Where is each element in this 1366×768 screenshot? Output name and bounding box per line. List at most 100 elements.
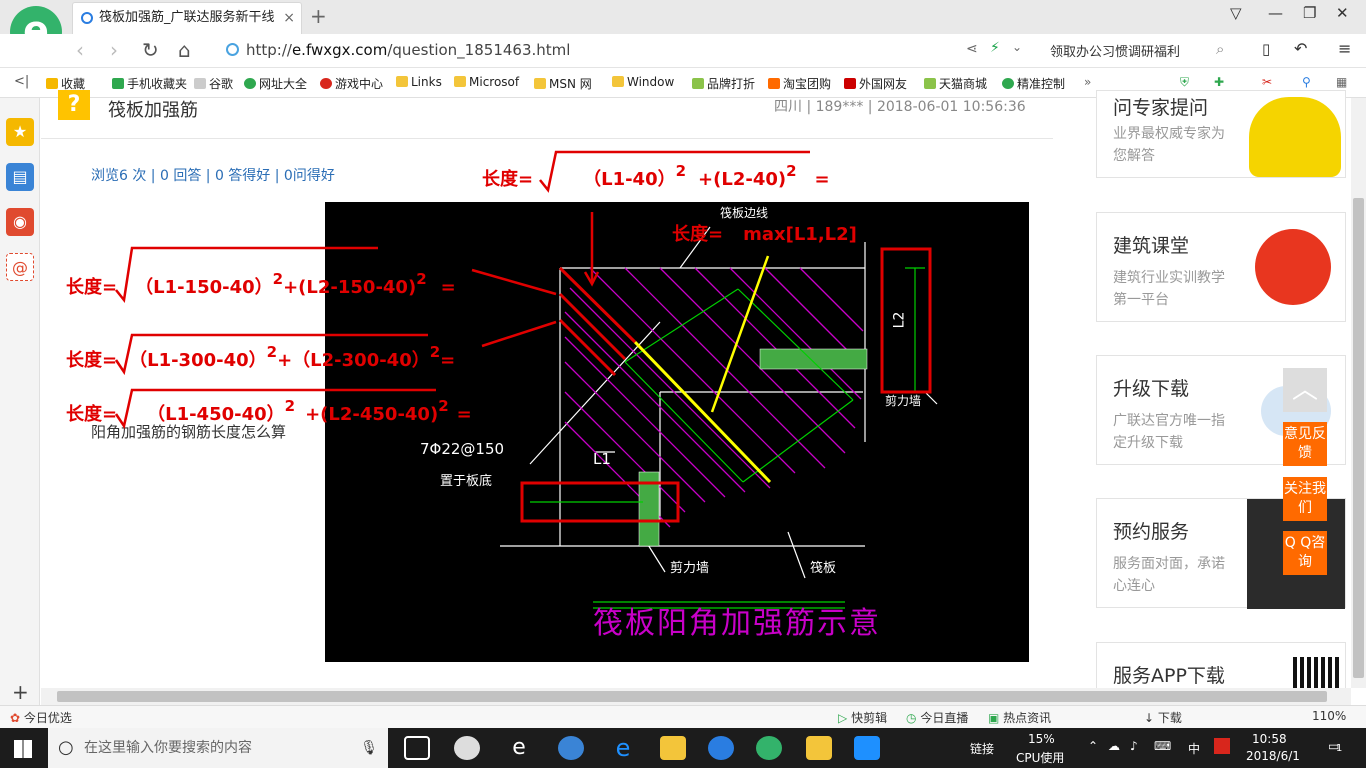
glodon-app-icon[interactable]	[708, 736, 734, 760]
question-stats[interactable]: 浏览6 次 | 0 回答 | 0 答得好 | 0问得好	[91, 165, 335, 185]
status-item[interactable]: ↓ 下载	[1144, 709, 1182, 726]
mail-icon[interactable]: @	[6, 253, 34, 281]
cpu-percent: 15%	[1028, 732, 1055, 746]
sidebar-card[interactable]: 建筑课堂 建筑行业实训教学第一平台	[1096, 212, 1346, 322]
horizontal-scroll-thumb[interactable]	[57, 691, 1327, 702]
windows-start-icon[interactable]	[14, 740, 32, 758]
shield-icon[interactable]: ⛨	[1180, 75, 1189, 90]
collapse-icon[interactable]: <|	[14, 74, 29, 89]
bookmark-item[interactable]: 游戏中心	[320, 75, 383, 92]
back-to-top-icon[interactable]: ︿	[1283, 368, 1327, 412]
bookmark-item[interactable]: Microsof	[454, 75, 519, 89]
search-icon[interactable]: ⌕	[1216, 40, 1224, 58]
undo-icon[interactable]: ↶	[1294, 39, 1307, 58]
taskbar-search[interactable]: ○ 在这里输入你要搜索的内容 🎙	[48, 728, 388, 768]
bookmark-item[interactable]: Window	[612, 75, 674, 89]
clock-date[interactable]: 2018/6/1	[1246, 749, 1300, 763]
close-window-icon[interactable]: ✕	[1336, 4, 1349, 22]
weibo-icon[interactable]: ◉	[6, 208, 34, 236]
reader-icon[interactable]: ▤	[6, 163, 34, 191]
url-scheme: http://	[246, 41, 292, 59]
speed-icon[interactable]: ⚡	[990, 40, 1000, 56]
classroom-logo-icon	[1255, 229, 1331, 305]
clock-time[interactable]: 10:58	[1252, 732, 1287, 746]
sogou-ime-icon[interactable]	[1214, 738, 1230, 754]
tray-keyboard-icon[interactable]: ⌨	[1154, 739, 1171, 753]
tray-volume-icon[interactable]: ♪	[1130, 739, 1138, 753]
bookmark-item[interactable]: 天猫商城	[924, 75, 987, 92]
apps-grid-icon[interactable]: ▦	[1336, 75, 1347, 89]
address-bar[interactable]: http://e.fwxgx.com/question_1851463.html	[222, 38, 1042, 62]
tray-link-label[interactable]: 链接	[970, 740, 994, 757]
task-view-icon[interactable]	[404, 736, 430, 760]
formula-max: 长度= max[L1,L2]	[672, 224, 857, 245]
scissors-icon[interactable]: ✂	[1262, 75, 1272, 89]
card-title: 问专家提问	[1113, 97, 1209, 119]
tray-network-icon[interactable]: ☁	[1108, 739, 1120, 753]
favorites-icon[interactable]: ★	[6, 118, 34, 146]
menu-icon[interactable]: ≡	[1338, 39, 1351, 58]
forward-icon[interactable]: ›	[110, 38, 118, 62]
card-title: 服务APP下载	[1113, 665, 1225, 687]
l2-label: L2	[891, 311, 908, 329]
status-item[interactable]: ◷ 今日直播	[906, 709, 968, 726]
daily-picks-link[interactable]: ✿ 今日优选	[10, 709, 72, 726]
network-app-icon[interactable]	[558, 736, 584, 760]
follow-button[interactable]: 关注我们	[1283, 477, 1327, 521]
ime-indicator[interactable]: 中	[1188, 740, 1200, 757]
magnifier-icon[interactable]: ⚲	[1302, 75, 1311, 89]
zoom-level[interactable]: 110%	[1312, 709, 1346, 723]
refresh-icon[interactable]: ↻	[142, 38, 159, 62]
tab-close-icon[interactable]: ×	[283, 3, 295, 33]
bookmark-item[interactable]: MSN 网	[534, 75, 592, 92]
mobile-icon[interactable]: ▯	[1262, 40, 1270, 58]
share-icon[interactable]: ⋖	[966, 41, 978, 57]
sidebar-card[interactable]: 服务APP下载	[1096, 642, 1346, 693]
bookmark-item[interactable]: 品牌打折	[692, 75, 755, 92]
ie-icon[interactable]: e	[610, 736, 636, 760]
search-placeholder: 在这里输入你要搜索的内容	[84, 740, 252, 756]
chevron-down-icon[interactable]: ⌄	[1012, 40, 1022, 54]
card-title: 建筑课堂	[1113, 235, 1190, 257]
bookmark-item[interactable]: 网址大全	[244, 75, 307, 92]
url-host: e.fwxgx.com	[291, 41, 388, 59]
cortana-icon: ○	[58, 737, 74, 758]
bookmark-item[interactable]: 手机收藏夹	[112, 75, 187, 92]
new-tab-icon[interactable]: +	[310, 4, 327, 28]
bookmark-item[interactable]: 外国网友	[844, 75, 907, 92]
more-bookmarks-icon[interactable]: »	[1084, 75, 1091, 89]
drawing-caption: 筏板阳角加强筋示意	[593, 606, 881, 641]
home-icon[interactable]: ⌂	[178, 38, 191, 62]
sidebar-card[interactable]: 问专家提问 业界最权威专家为您解答	[1096, 90, 1346, 178]
tray-up-icon[interactable]: ⌃	[1088, 739, 1098, 753]
notes-app-icon[interactable]	[806, 736, 832, 760]
bookmark-item[interactable]: 精准控制	[1002, 75, 1065, 92]
question-icon: ?	[58, 90, 90, 120]
formula-1: 长度= （L1-40）2 +(L2-40)2 =	[482, 162, 830, 190]
bookmark-item[interactable]: 谷歌	[194, 75, 233, 92]
minimize-icon[interactable]: —	[1268, 4, 1283, 22]
maximize-icon[interactable]: ❐	[1303, 4, 1316, 22]
skin-icon[interactable]: ▽	[1230, 4, 1242, 22]
tab-active[interactable]: 筏板加强筋_广联达服务新干线 ×	[72, 2, 302, 34]
status-bar: ✿ 今日优选 ▷ 快剪辑 ◷ 今日直播 ▣ 热点资讯 ↓ 下载 110%	[0, 705, 1366, 728]
microphone-icon[interactable]: 🎙	[360, 728, 378, 768]
add-panel-icon[interactable]: +	[12, 680, 29, 704]
vertical-scrollbar[interactable]	[1351, 98, 1366, 688]
horizontal-scrollbar[interactable]	[41, 688, 1351, 705]
file-explorer-icon[interactable]	[660, 736, 686, 760]
2345-browser-icon[interactable]	[756, 736, 782, 760]
status-item[interactable]: ▣ 热点资讯	[988, 709, 1051, 726]
pinwheel-app-icon[interactable]	[454, 736, 480, 760]
edge-icon[interactable]: e	[506, 736, 532, 760]
bookmark-item[interactable]: Links	[396, 75, 442, 89]
promo-link[interactable]: 领取办公习惯调研福利	[1050, 41, 1180, 60]
plus-app-icon[interactable]	[854, 736, 880, 760]
bookmark-item[interactable]: 淘宝团购	[768, 75, 831, 92]
qq-button[interactable]: Q Q咨询	[1283, 531, 1327, 575]
feedback-button[interactable]: 意见反馈	[1283, 422, 1327, 466]
translate-icon[interactable]: ✚	[1214, 75, 1224, 89]
vertical-scroll-thumb[interactable]	[1353, 198, 1364, 678]
status-item[interactable]: ▷ 快剪辑	[838, 709, 887, 726]
back-icon[interactable]: ‹	[76, 38, 84, 62]
